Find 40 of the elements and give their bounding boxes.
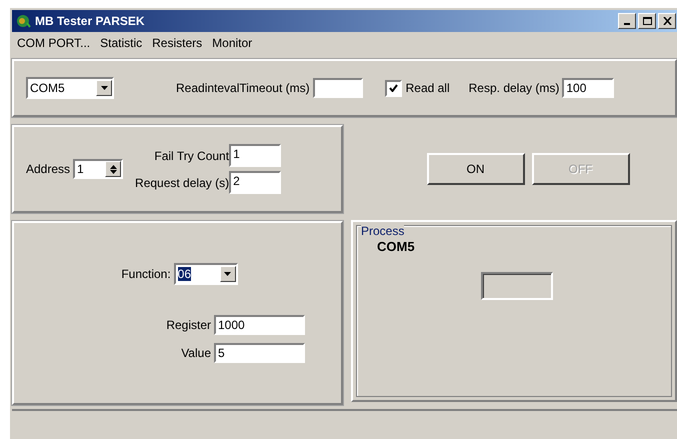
group-title: Process [361,224,404,238]
field-label: Function: [121,267,171,281]
field-label: Address [26,162,70,176]
status-indicator [481,272,553,300]
menu-item[interactable]: COM PORT... [17,36,90,52]
toggle-button[interactable]: ON [426,153,524,185]
maximize-button[interactable] [638,13,656,29]
input-field[interactable]: 2 [229,171,282,194]
menu-item[interactable]: Statistic [100,36,142,52]
input-field[interactable]: 5 [214,343,305,363]
input-field[interactable]: 100 [562,78,614,98]
window-title: MB Tester PARSEK [35,14,146,28]
field-label: Fail Try Count [154,148,230,162]
app-icon [15,13,31,29]
close-icon [662,17,672,25]
field-label: Request delay (s) [135,176,230,190]
dropdown-button[interactable] [220,266,236,282]
function-dropdown[interactable]: 06 [174,263,238,285]
caret-icon [100,85,108,91]
input-field[interactable]: 1 [229,144,282,167]
checkbox-label: Read all [406,81,450,95]
minimize-button[interactable] [618,13,636,29]
check-icon [388,84,398,92]
input-field[interactable]: 1000 [214,315,305,335]
dropdown-button[interactable] [96,80,112,96]
close-button[interactable] [658,13,676,29]
field-label: Resp. delay (ms) [468,81,560,95]
input-field[interactable] [312,78,363,98]
field-label: ReadintevalTimeout (ms) [176,81,310,95]
maximize-icon [642,17,652,25]
menu-item[interactable]: Monitor [212,36,252,52]
field-label: Value [181,346,211,360]
port-dropdown[interactable]: COM5 [26,77,114,99]
menu-item[interactable]: Resisters [152,36,202,52]
checkbox[interactable] [384,80,402,96]
field-label: Register [166,318,211,332]
spin-field[interactable]: 1 [73,159,124,179]
port-label: COM5 [377,239,416,254]
caret-icon [223,271,232,277]
spin-arrows-icon [108,164,118,174]
